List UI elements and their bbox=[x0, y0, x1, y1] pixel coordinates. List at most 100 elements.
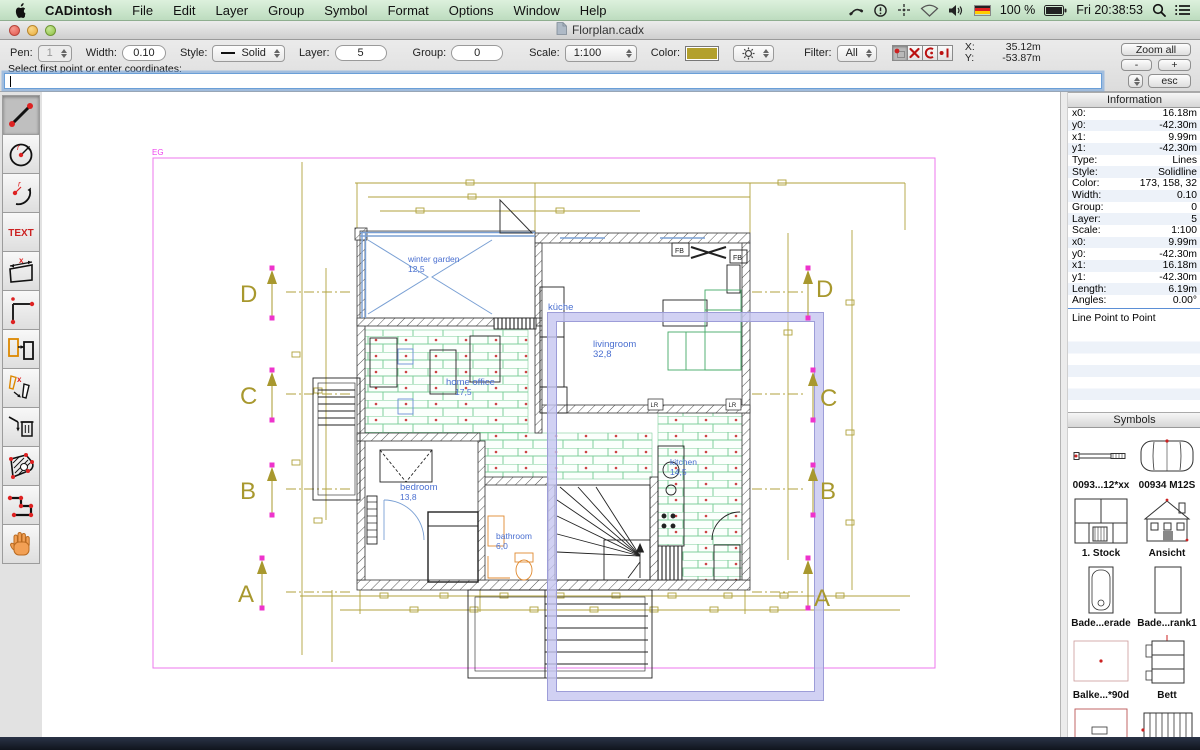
menu-format[interactable]: Format bbox=[378, 0, 439, 20]
symbol-item[interactable]: 0093...12*xx bbox=[1068, 429, 1134, 491]
command-input[interactable] bbox=[4, 73, 1102, 89]
minimize-button[interactable] bbox=[27, 25, 38, 36]
svg-text:C: C bbox=[820, 385, 837, 412]
hatch-icon bbox=[6, 451, 36, 481]
dimension-tool[interactable]: x bbox=[2, 251, 40, 291]
menu-clock[interactable]: Fri 20:38:53 bbox=[1076, 3, 1143, 17]
symbol-item[interactable]: Bade...erade bbox=[1068, 559, 1134, 629]
gear-popup[interactable] bbox=[733, 45, 774, 62]
scale-popup[interactable]: 1:100 bbox=[565, 45, 637, 62]
line-tool[interactable] bbox=[2, 95, 40, 135]
info-row: x0:9.99m bbox=[1068, 237, 1200, 249]
symbol-item[interactable]: Ansicht bbox=[1134, 491, 1200, 559]
spotlight-icon[interactable] bbox=[1152, 3, 1166, 17]
svg-text:14,5: 14,5 bbox=[670, 467, 687, 477]
width-field[interactable]: 0.10 bbox=[122, 45, 166, 61]
color-swatch[interactable] bbox=[685, 46, 719, 61]
app-menu[interactable]: CADintosh bbox=[35, 3, 122, 18]
sync-alert-icon[interactable] bbox=[873, 3, 888, 18]
copy-tool[interactable] bbox=[2, 329, 40, 369]
apple-menu[interactable] bbox=[0, 3, 35, 18]
menu-symbol[interactable]: Symbol bbox=[314, 0, 377, 20]
info-row: x1:16.18m bbox=[1068, 260, 1200, 272]
menu-options[interactable]: Options bbox=[439, 0, 504, 20]
menu-edit[interactable]: Edit bbox=[163, 0, 205, 20]
menu-group[interactable]: Group bbox=[258, 0, 314, 20]
style-popup[interactable]: Solid bbox=[212, 45, 284, 62]
group-field[interactable]: 0 bbox=[451, 45, 503, 61]
section-left-B: B bbox=[240, 463, 277, 518]
battery-icon[interactable] bbox=[1044, 5, 1067, 16]
document-icon bbox=[556, 22, 567, 38]
esc-button[interactable]: esc bbox=[1148, 74, 1191, 88]
history-stepper[interactable] bbox=[1128, 74, 1143, 88]
page-label: EG bbox=[152, 148, 164, 157]
svg-text:FB: FB bbox=[733, 255, 742, 262]
drawing-canvas[interactable]: EG bbox=[42, 92, 1060, 737]
pan-tool[interactable] bbox=[2, 524, 40, 564]
snap-off-toggle[interactable] bbox=[907, 45, 923, 61]
volume-icon[interactable] bbox=[948, 4, 965, 17]
symbol-item[interactable]: 1. Stock bbox=[1068, 491, 1134, 559]
circle-tool[interactable]: r bbox=[2, 134, 40, 174]
phone-icon[interactable] bbox=[848, 3, 864, 17]
scale-label: Scale: bbox=[529, 47, 560, 59]
menu-help[interactable]: Help bbox=[570, 0, 617, 20]
polyline-tool[interactable] bbox=[2, 485, 40, 525]
text-tool[interactable]: TEXT bbox=[2, 212, 40, 252]
symbol-item[interactable]: Bade...rank1 bbox=[1134, 559, 1200, 629]
dock-edge bbox=[0, 737, 1200, 750]
pen-popup[interactable]: 1 bbox=[38, 45, 72, 62]
info-row: Type:Lines bbox=[1068, 155, 1200, 167]
bed-symbol bbox=[1138, 635, 1196, 687]
svg-text:A: A bbox=[814, 585, 830, 612]
notification-list-icon[interactable] bbox=[1175, 4, 1190, 16]
filter-popup[interactable]: All bbox=[837, 45, 877, 62]
polyline-icon bbox=[6, 490, 36, 520]
modify-tool[interactable]: x bbox=[2, 368, 40, 408]
layer-field[interactable]: 5 bbox=[335, 45, 387, 61]
room-winter-garden: winter garden bbox=[407, 254, 460, 264]
close-button[interactable] bbox=[9, 25, 20, 36]
tv-cabinet bbox=[727, 265, 740, 293]
panel-scrollbar[interactable] bbox=[1061, 92, 1068, 737]
wifi-icon[interactable] bbox=[920, 4, 939, 17]
information-list: x0:16.18m y0:-42.30m x1:9.99m y1:-42.30m… bbox=[1068, 108, 1200, 307]
apple-icon bbox=[14, 3, 27, 18]
snap-point-toggle[interactable] bbox=[892, 45, 908, 61]
ortho-line-tool[interactable] bbox=[2, 290, 40, 330]
title-bar[interactable]: Florplan.cadx bbox=[0, 21, 1200, 40]
info-row: Layer:5 bbox=[1068, 213, 1200, 225]
german-flag-icon[interactable] bbox=[974, 5, 991, 16]
winter-garden-glazing bbox=[360, 231, 705, 318]
symbols-header: Symbols bbox=[1068, 412, 1200, 428]
bluetooth-icon[interactable] bbox=[897, 3, 911, 17]
zoom-out-button[interactable]: - bbox=[1121, 59, 1152, 71]
arc-tool[interactable]: r bbox=[2, 173, 40, 213]
delete-tool[interactable] bbox=[2, 407, 40, 447]
symbol-item[interactable]: Carport D bbox=[1134, 701, 1200, 737]
symbol-item[interactable]: 00934 M12S bbox=[1134, 429, 1200, 491]
symbol-item[interactable]: Bett bbox=[1134, 629, 1200, 701]
right-panel: Information x0:16.18m y0:-42.30m x1:9.99… bbox=[1060, 92, 1200, 737]
menu-layer[interactable]: Layer bbox=[206, 0, 259, 20]
fixture-tags: FBFB LR LR bbox=[648, 248, 742, 410]
symbol-item[interactable]: Bett 1.5 2 bbox=[1068, 701, 1134, 737]
y-value: -53.87m bbox=[979, 53, 1041, 64]
circle-icon: r bbox=[6, 139, 36, 169]
hatch-tool[interactable] bbox=[2, 446, 40, 486]
zoom-in-button[interactable]: + bbox=[1158, 59, 1191, 71]
menu-file[interactable]: File bbox=[122, 0, 163, 20]
svg-text:TEXT: TEXT bbox=[8, 228, 34, 239]
info-row: y1:-42.30m bbox=[1068, 143, 1200, 155]
coordinate-readout: X:35.12m Y:-53.87m bbox=[965, 42, 1041, 64]
zoom-button[interactable] bbox=[45, 25, 56, 36]
snap-end-toggle[interactable] bbox=[937, 45, 953, 61]
snap-arc-toggle[interactable] bbox=[922, 45, 938, 61]
zoom-all-button[interactable]: Zoom all bbox=[1121, 43, 1191, 56]
symbol-item[interactable]: Balke...*90d bbox=[1068, 629, 1134, 701]
copy-icon bbox=[6, 334, 36, 364]
floor-plan: EG bbox=[42, 92, 1060, 737]
svg-text:B: B bbox=[820, 478, 836, 505]
menu-window[interactable]: Window bbox=[504, 0, 570, 20]
